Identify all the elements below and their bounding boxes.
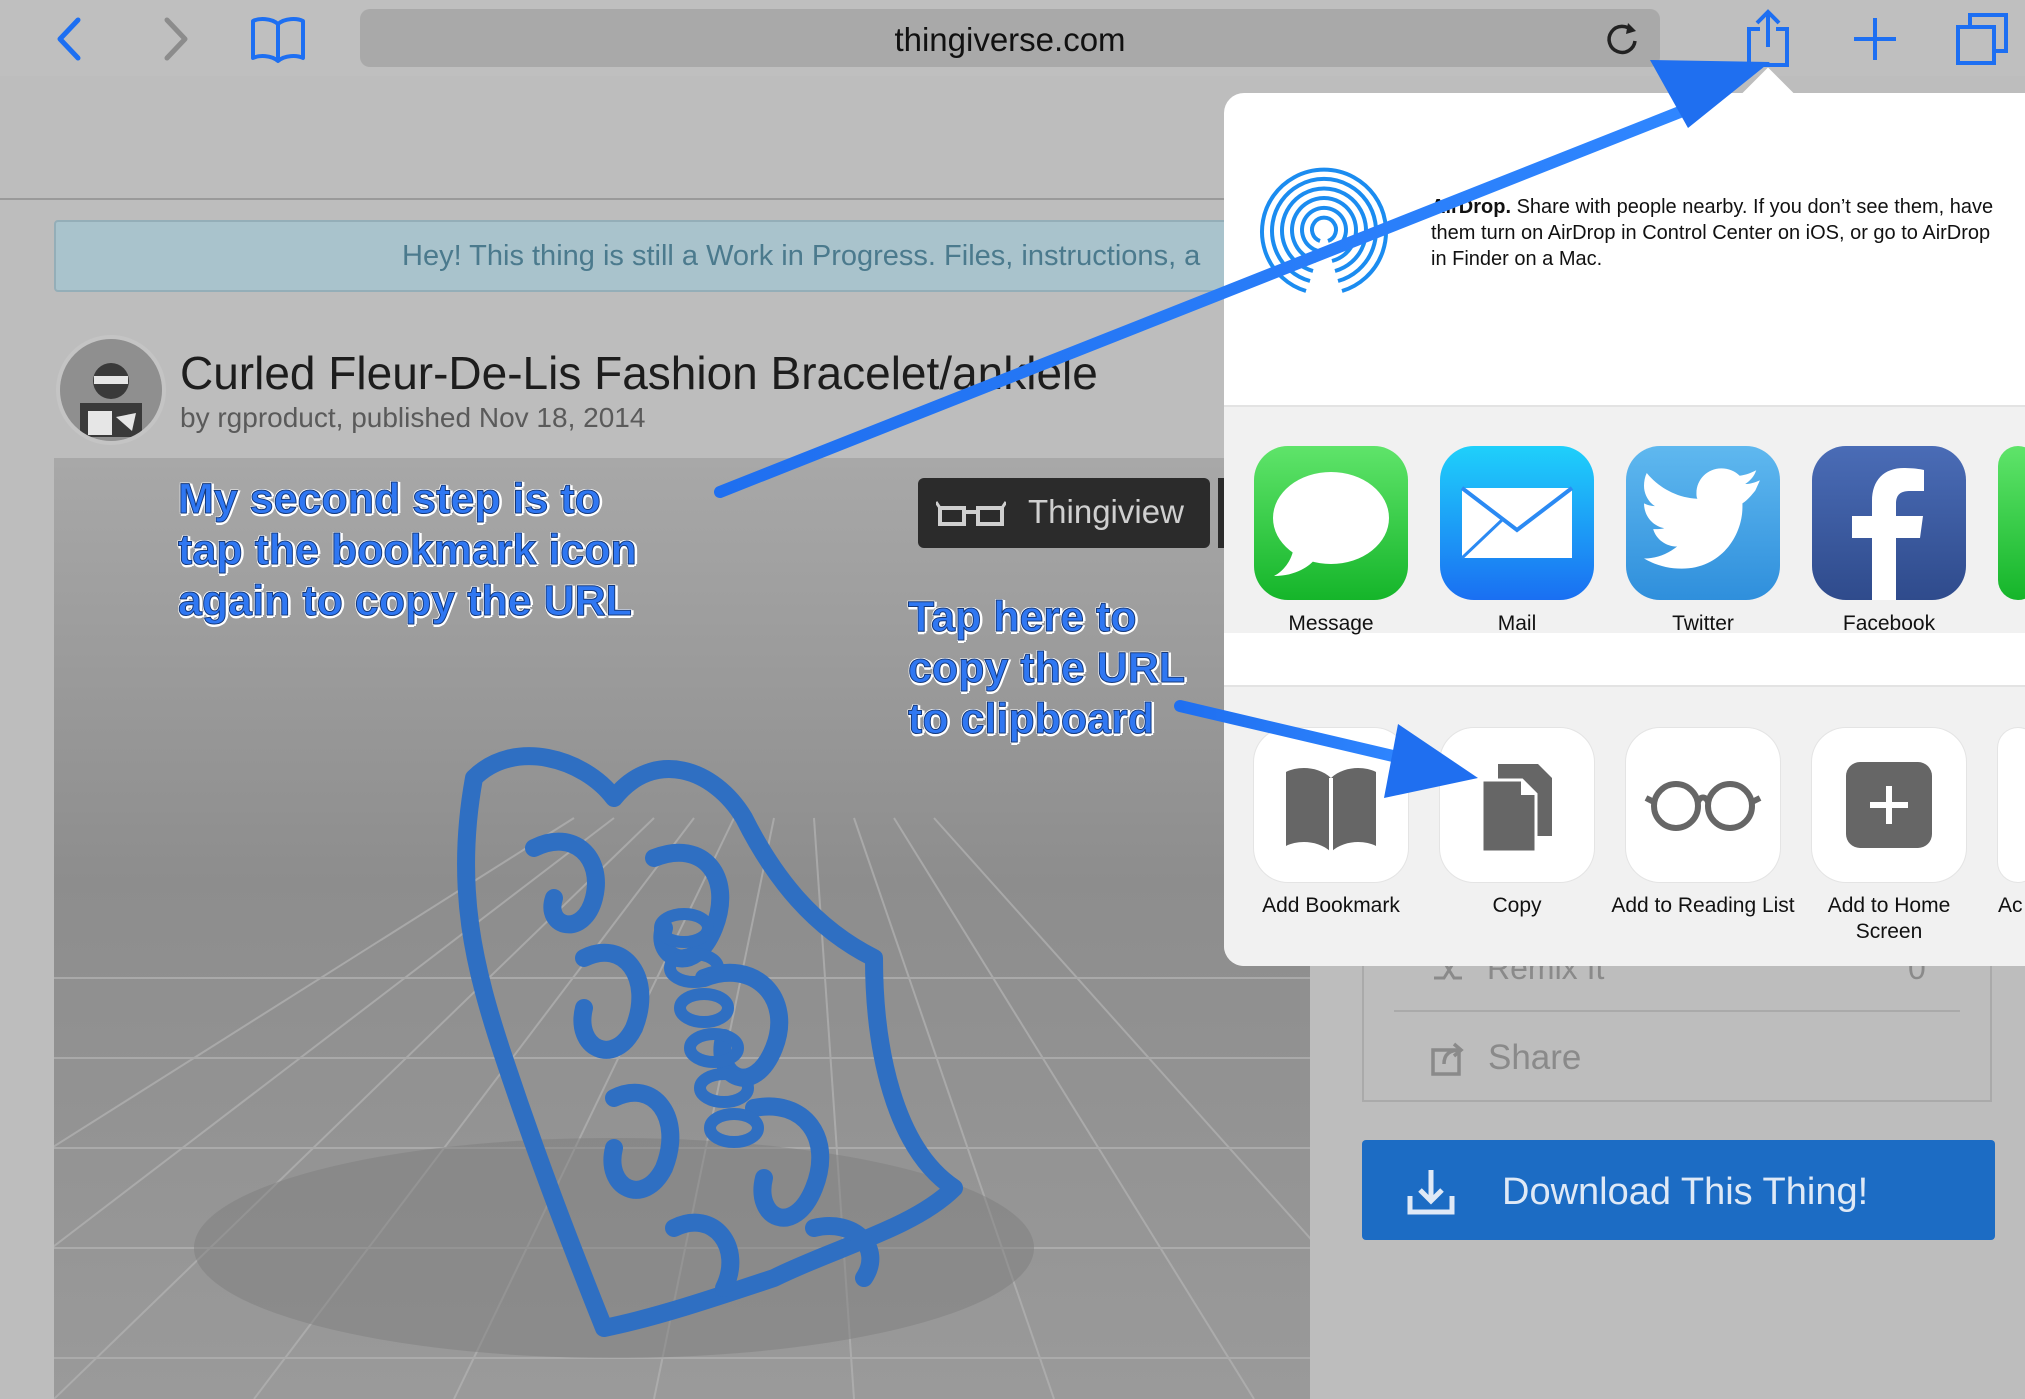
book-icon — [1286, 768, 1376, 852]
share-icon — [1747, 9, 1789, 67]
add-bookmark-label: Add Bookmark — [1262, 894, 1400, 917]
copy-annotation: Tap here to copy the URL to clipboard — [908, 593, 1185, 744]
chevron-left-icon — [57, 17, 81, 61]
new-tab-button[interactable] — [1845, 10, 1905, 68]
thingiview-label: Thingiview — [1028, 493, 1184, 530]
divider — [1394, 1010, 1960, 1012]
url-text: thingiverse.com — [894, 21, 1126, 58]
facebook-label: Facebook — [1842, 612, 1936, 635]
add-bookmark-button[interactable] — [1254, 728, 1408, 882]
wip-banner: Hey! This thing is still a Work in Progr… — [54, 220, 1234, 292]
add-to-home-screen-label: Add to Home Screen — [1827, 894, 1951, 943]
back-button[interactable] — [40, 10, 100, 68]
step-annotation: My second step is to tap the bookmark ic… — [178, 475, 638, 626]
airdrop-icon[interactable] — [1254, 163, 1394, 303]
add-to-home-screen-button[interactable] — [1812, 728, 1966, 882]
copy-label: Copy — [1492, 894, 1542, 917]
add-to-reading-list-button[interactable] — [1626, 728, 1780, 882]
reload-icon[interactable] — [1602, 19, 1642, 59]
page-title: Curled Fleur-De-Lis Fashion Bracelet/ank… — [180, 347, 1098, 399]
twitter-bird-icon — [1644, 468, 1760, 569]
download-icon — [1407, 1170, 1455, 1215]
chevron-right-icon — [164, 17, 188, 61]
thingiview-button[interactable]: Thingiview — [918, 478, 1210, 548]
download-label: Download This Thing! — [1502, 1171, 1869, 1213]
add-to-reading-list-label: Add to Reading List — [1611, 894, 1795, 917]
speech-bubble-icon — [1273, 472, 1389, 576]
address-bar[interactable]: thingiverse.com — [360, 9, 1660, 67]
tabs-button[interactable] — [1952, 10, 2012, 68]
divider — [0, 198, 1230, 200]
share-link[interactable]: Share — [1488, 1038, 1581, 1078]
message-label: Message — [1288, 612, 1374, 635]
plus-icon — [1854, 18, 1896, 60]
copy-button[interactable] — [1440, 728, 1594, 882]
airdrop-body: Share with people nearby. If you don’t s… — [1431, 196, 1994, 270]
more-action-label: Ac — [1998, 894, 2023, 917]
mail-label: Mail — [1497, 612, 1537, 635]
airdrop-title: AirDrop. — [1431, 196, 1511, 218]
user-avatar-icon — [60, 339, 162, 441]
facebook-app-button[interactable] — [1812, 446, 1966, 600]
glasses-icon — [936, 501, 1006, 526]
share-button[interactable] — [1738, 9, 1798, 68]
more-action-button[interactable] — [1998, 728, 2025, 882]
avatar[interactable] — [56, 335, 166, 445]
tabs-icon — [1956, 13, 2008, 65]
forward-button[interactable] — [145, 10, 205, 68]
more-app-button[interactable] — [1998, 446, 2025, 600]
download-button[interactable]: Download This Thing! — [1362, 1140, 1995, 1240]
share-sheet: AirDrop. Share with people nearby. If yo… — [1224, 93, 2025, 966]
mail-app-button[interactable] — [1440, 446, 1594, 600]
share-icon — [1431, 1042, 1464, 1076]
wip-banner-text: Hey! This thing is still a Work in Progr… — [402, 240, 1201, 272]
twitter-label: Twitter — [1672, 612, 1734, 635]
airdrop-description: AirDrop. Share with people nearby. If yo… — [1431, 194, 2011, 272]
byline: by rgproduct, published Nov 18, 2014 — [180, 402, 646, 433]
plus-square-icon — [1846, 762, 1932, 848]
copy-icon — [1480, 764, 1552, 854]
facebook-f-icon — [1852, 468, 1924, 600]
envelope-icon — [1460, 486, 1574, 560]
reading-glasses-icon — [1644, 781, 1762, 831]
browser-toolbar: thingiverse.com — [0, 0, 2025, 76]
message-app-button[interactable] — [1254, 446, 1408, 600]
twitter-app-button[interactable] — [1626, 446, 1780, 600]
book-icon — [251, 17, 305, 63]
bookmarks-button[interactable] — [248, 10, 308, 68]
